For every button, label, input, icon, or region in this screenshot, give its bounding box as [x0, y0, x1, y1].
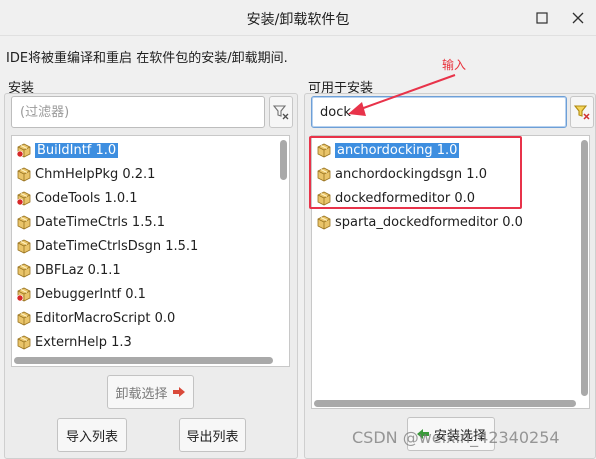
maximize-icon: [536, 12, 548, 24]
list-item[interactable]: DateTimeCtrlsDsgn 1.5.1: [16, 235, 198, 257]
import-list-label: 导入列表: [65, 429, 118, 445]
package-icon: [16, 166, 35, 182]
clear-filter-button[interactable]: [570, 96, 594, 128]
list-item[interactable]: DateTimeCtrls 1.5.1: [16, 211, 165, 233]
list-item[interactable]: ChmHelpPkg 0.2.1: [16, 163, 155, 185]
maximize-button[interactable]: [530, 6, 554, 30]
list-item[interactable]: ExternHelp 1.3: [16, 331, 132, 353]
title-bar: 安装/卸载软件包: [0, 0, 596, 36]
list-item[interactable]: EditorMacroScript 0.0: [16, 307, 175, 329]
list-item-label: ChmHelpPkg 0.2.1: [35, 166, 156, 182]
export-list-label: 导出列表: [186, 429, 239, 445]
package-dot-icon: [16, 142, 35, 158]
list-item[interactable]: BuildIntf 1.0: [16, 139, 119, 161]
arrow-right-icon: [172, 387, 185, 397]
uninstall-selection-label: 卸载选择: [115, 386, 168, 402]
list-item-label: DebuggerIntf 0.1: [35, 286, 146, 302]
uninstall-selection-button[interactable]: 卸载选择: [107, 375, 194, 409]
list-item-label: ExternHelp 1.3: [35, 334, 132, 350]
installed-hscrollbar[interactable]: [14, 357, 273, 364]
list-item[interactable]: DebuggerIntf 0.1: [16, 283, 146, 305]
list-item-label: DateTimeCtrls 1.5.1: [35, 214, 165, 230]
highlight-box: [309, 136, 522, 209]
package-icon: [16, 214, 35, 230]
installed-vscrollbar[interactable]: [280, 140, 287, 180]
list-item-label: DateTimeCtrlsDsgn 1.5.1: [35, 238, 199, 254]
window-title: 安装/卸载软件包: [246, 12, 350, 28]
list-item[interactable]: sparta_dockedformeditor 0.0: [316, 211, 523, 233]
package-icon: [16, 310, 35, 326]
list-item-label: DBFLaz 0.1.1: [35, 262, 121, 278]
clear-filter-button[interactable]: [269, 96, 293, 128]
list-item-label: BuildIntf 1.0: [35, 142, 119, 158]
list-item-label: CodeTools 1.0.1: [35, 190, 138, 206]
available-filter-input[interactable]: [311, 96, 567, 128]
package-icon: [16, 262, 35, 278]
annotation-text: 输入: [442, 58, 467, 72]
list-item-label: sparta_dockedformeditor 0.0: [335, 214, 523, 230]
funnel-clear-icon: [272, 105, 289, 120]
close-button[interactable]: [566, 6, 590, 30]
installed-list[interactable]: BuildIntf 1.0 ChmHelpPkg 0.2.1 CodeTools 1…: [11, 135, 290, 367]
package-icon: [16, 238, 35, 254]
available-vscrollbar[interactable]: [581, 140, 588, 396]
list-item-label: EditorMacroScript 0.0: [35, 310, 176, 326]
funnel-clear-icon: [573, 105, 590, 120]
package-dot-icon: [16, 286, 35, 302]
list-item[interactable]: CodeTools 1.0.1: [16, 187, 138, 209]
available-hscrollbar[interactable]: [314, 400, 576, 407]
watermark: CSDN @weixin_42340254: [352, 428, 560, 447]
installed-filter-input[interactable]: [11, 96, 265, 128]
close-icon: [572, 12, 584, 24]
list-item[interactable]: DBFLaz 0.1.1: [16, 259, 121, 281]
info-text: IDE将被重编译和重启 在软件包的安装/卸载期间.: [6, 51, 288, 66]
export-list-button[interactable]: 导出列表: [179, 418, 246, 452]
import-list-button[interactable]: 导入列表: [57, 418, 127, 452]
package-dot-icon: [16, 190, 35, 206]
package-icon: [316, 214, 335, 230]
package-icon: [16, 334, 35, 350]
